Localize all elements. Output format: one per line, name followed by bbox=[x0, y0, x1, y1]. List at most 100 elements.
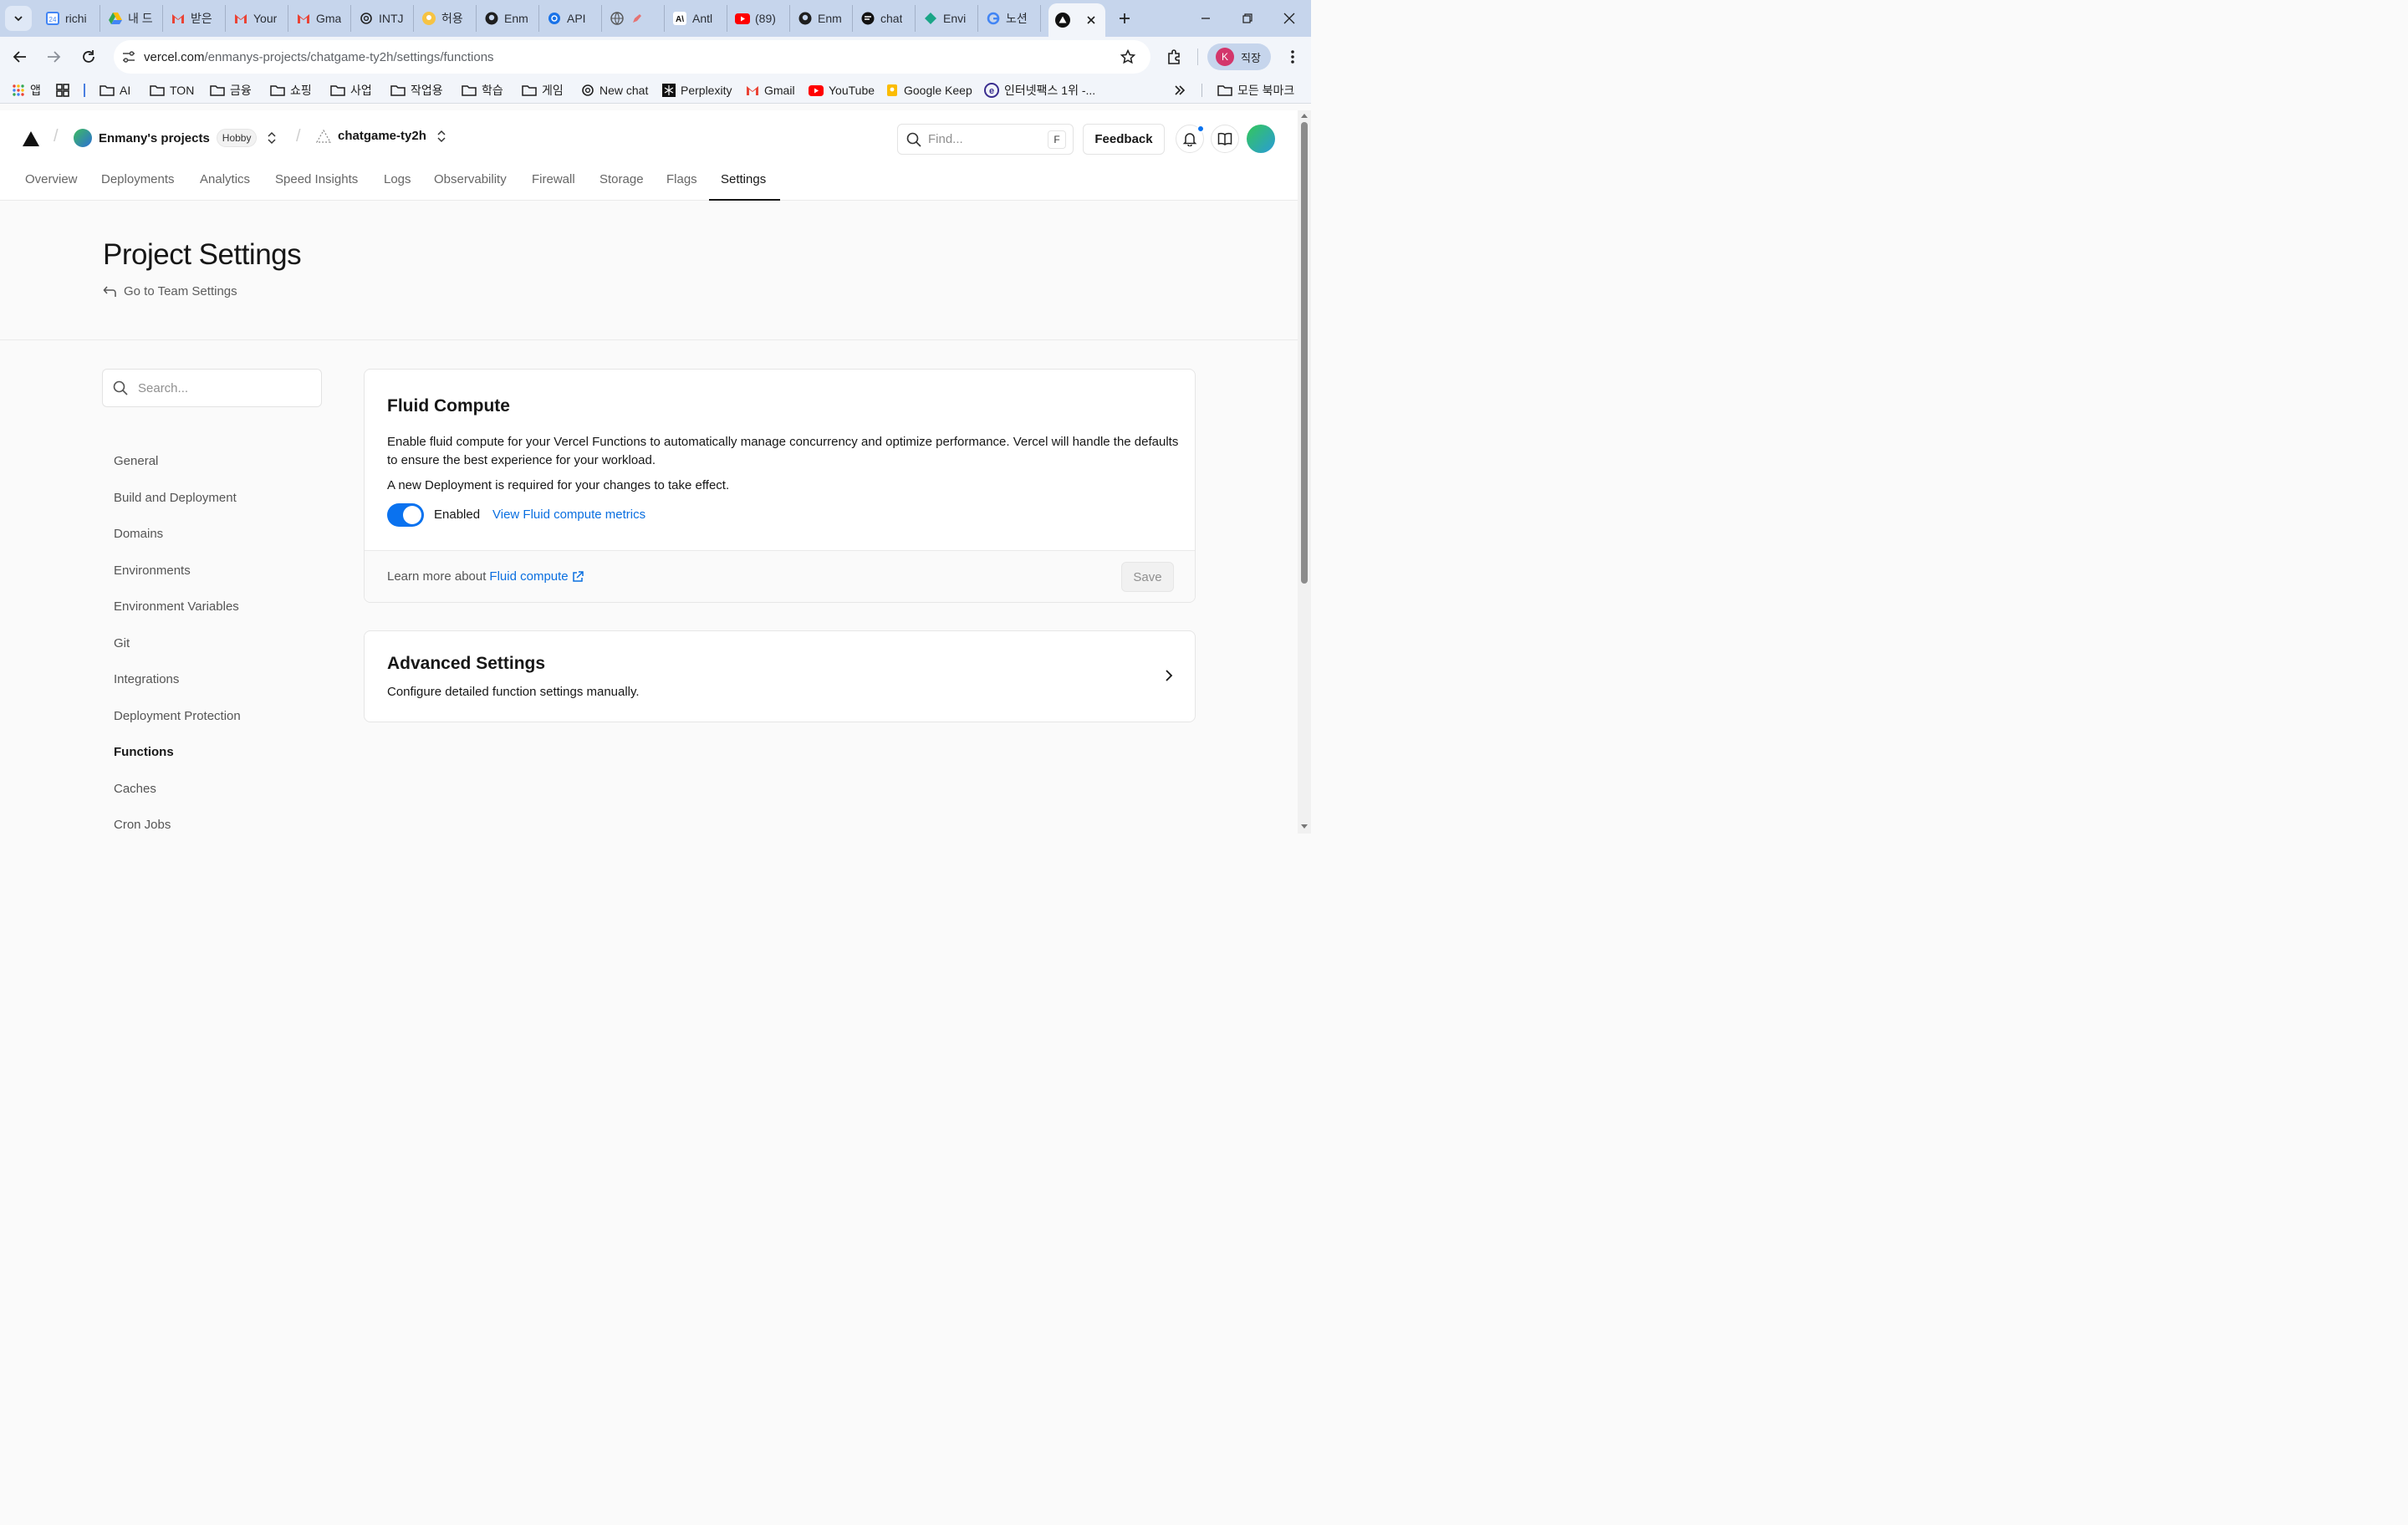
scroll-up-arrow-icon[interactable] bbox=[1301, 113, 1308, 118]
settings-search-input[interactable]: Search... bbox=[102, 369, 322, 407]
sidebar-item-build-and-deployment[interactable]: Build and Deployment bbox=[114, 491, 237, 505]
advanced-settings-card[interactable]: Advanced Settings Configure detailed fun… bbox=[364, 630, 1196, 722]
bookmark-folder[interactable]: 금융 bbox=[210, 80, 252, 100]
arrow-return-left-icon bbox=[103, 286, 116, 298]
browser-tab[interactable]: API bbox=[540, 5, 602, 32]
bookmark-apps[interactable]: 앱 bbox=[12, 80, 41, 100]
bookmarks-overflow-button[interactable] bbox=[1174, 80, 1186, 100]
fluid-compute-docs-link[interactable]: Fluid compute bbox=[489, 569, 568, 584]
nav-tab-observability[interactable]: Observability bbox=[434, 172, 507, 201]
browser-tab[interactable]: 노션 bbox=[979, 5, 1041, 32]
user-avatar[interactable] bbox=[1247, 125, 1275, 153]
browser-tab[interactable] bbox=[603, 5, 665, 32]
sidebar-item-environment-variables[interactable]: Environment Variables bbox=[114, 599, 239, 614]
restore-button[interactable] bbox=[1231, 7, 1264, 30]
browser-tab[interactable]: INTJ bbox=[352, 5, 414, 32]
vercel-logo-icon[interactable] bbox=[22, 130, 40, 147]
reload-button[interactable] bbox=[75, 43, 102, 70]
extensions-button[interactable] bbox=[1161, 43, 1187, 70]
nav-tab-storage[interactable]: Storage bbox=[599, 172, 644, 201]
browser-tab[interactable]: Your bbox=[227, 5, 288, 32]
go-to-team-settings-link[interactable]: Go to Team Settings bbox=[103, 284, 237, 298]
tab-search-button[interactable] bbox=[5, 6, 32, 31]
sidebar-item-environments[interactable]: Environments bbox=[114, 564, 191, 578]
chevron-right-icon[interactable] bbox=[1165, 669, 1173, 682]
minimize-icon bbox=[1201, 18, 1210, 19]
back-button[interactable] bbox=[7, 43, 33, 70]
bookmark-folder[interactable]: 학습 bbox=[462, 80, 503, 100]
nav-tab-deployments[interactable]: Deployments bbox=[101, 172, 175, 201]
window-close-button[interactable] bbox=[1273, 7, 1306, 30]
view-metrics-link[interactable]: View Fluid compute metrics bbox=[492, 507, 645, 522]
docs-button[interactable] bbox=[1211, 125, 1239, 153]
browser-tab[interactable]: Enm bbox=[791, 5, 853, 32]
find-input[interactable]: Find... F bbox=[897, 124, 1074, 155]
browser-tab[interactable]: 허용 bbox=[415, 5, 477, 32]
team-switcher[interactable]: Enmany's projects Hobby bbox=[74, 129, 277, 147]
save-button[interactable]: Save bbox=[1121, 562, 1174, 592]
close-icon[interactable] bbox=[1084, 13, 1099, 28]
bookmark-folder[interactable]: 작업용 bbox=[390, 80, 443, 100]
forward-button[interactable] bbox=[40, 43, 67, 70]
sidebar-item-integrations[interactable]: Integrations bbox=[114, 672, 179, 686]
tab-groups-icon bbox=[56, 84, 69, 97]
bookmark-link[interactable]: Perplexity bbox=[662, 80, 732, 100]
browser-tab[interactable]: 내 드 bbox=[101, 5, 163, 32]
browser-tab[interactable]: 받은 bbox=[164, 5, 226, 32]
bookmark-link[interactable]: New chat bbox=[581, 80, 648, 100]
nav-tab-analytics[interactable]: Analytics bbox=[200, 172, 250, 201]
fluid-compute-toggle[interactable] bbox=[387, 503, 424, 527]
plus-icon bbox=[1120, 13, 1130, 23]
profile-button[interactable]: K 직장 bbox=[1207, 43, 1271, 70]
bookmark-folder[interactable]: AI bbox=[99, 80, 130, 100]
sidebar-item-deployment-protection[interactable]: Deployment Protection bbox=[114, 709, 241, 723]
sidebar-item-cron-jobs[interactable]: Cron Jobs bbox=[114, 818, 171, 832]
minimize-button[interactable] bbox=[1189, 7, 1222, 30]
bookmark-link[interactable]: Gmail bbox=[746, 80, 795, 100]
sidebar-item-functions[interactable]: Functions bbox=[114, 745, 174, 759]
star-icon[interactable] bbox=[1120, 49, 1135, 64]
bookmark-folder[interactable]: 쇼핑 bbox=[270, 80, 312, 100]
bookmark-link[interactable]: Google Keep bbox=[885, 80, 972, 100]
browser-tab[interactable]: 24 richi bbox=[38, 5, 100, 32]
address-bar[interactable]: vercel.com/enmanys-projects/chatgame-ty2… bbox=[114, 40, 1150, 74]
bookmark-folder[interactable]: TON bbox=[150, 80, 194, 100]
url-host: vercel.com bbox=[144, 49, 205, 64]
browser-tab[interactable]: (89) bbox=[728, 5, 790, 32]
sidebar-item-caches[interactable]: Caches bbox=[114, 782, 156, 796]
bookmark-folder[interactable]: 사업 bbox=[330, 80, 372, 100]
browser-menu-button[interactable] bbox=[1279, 43, 1306, 70]
nav-tab-speed-insights[interactable]: Speed Insights bbox=[275, 172, 358, 201]
nav-tab-logs[interactable]: Logs bbox=[384, 172, 411, 201]
browser-tab[interactable]: chat bbox=[854, 5, 916, 32]
browser-tab[interactable]: Gma bbox=[289, 5, 351, 32]
bookmark-tab-groups[interactable] bbox=[56, 80, 69, 100]
browser-tab-active[interactable] bbox=[1048, 3, 1105, 37]
site-settings-icon[interactable] bbox=[114, 50, 144, 64]
all-bookmarks-folder[interactable]: 모든 북마크 bbox=[1217, 80, 1294, 100]
nav-tab-settings[interactable]: Settings bbox=[721, 172, 766, 201]
deployment-required-note: A new Deployment is required for your ch… bbox=[387, 478, 730, 492]
new-tab-button[interactable] bbox=[1108, 7, 1141, 30]
nav-tab-firewall[interactable]: Firewall bbox=[532, 172, 575, 201]
restore-icon bbox=[1242, 13, 1252, 23]
scrollbar-thumb[interactable] bbox=[1301, 122, 1308, 584]
browser-tab[interactable]: Enm bbox=[477, 5, 539, 32]
sidebar-item-domains[interactable]: Domains bbox=[114, 527, 163, 541]
scroll-down-arrow-icon[interactable] bbox=[1301, 824, 1308, 829]
project-switcher[interactable]: chatgame-ty2h bbox=[316, 129, 446, 143]
browser-tab[interactable]: Envi bbox=[916, 5, 978, 32]
nav-tab-overview[interactable]: Overview bbox=[25, 172, 78, 201]
page-scrollbar[interactable] bbox=[1298, 110, 1311, 834]
search-placeholder: Search... bbox=[138, 380, 189, 395]
bookmark-link[interactable]: e 인터넷팩스 1위 -... bbox=[984, 80, 1095, 100]
browser-tab[interactable]: A\ Antl bbox=[666, 5, 727, 32]
sidebar-item-git[interactable]: Git bbox=[114, 636, 130, 650]
bookmark-folder[interactable]: 게임 bbox=[522, 80, 564, 100]
nav-tab-flags[interactable]: Flags bbox=[666, 172, 697, 201]
feedback-button[interactable]: Feedback bbox=[1083, 124, 1165, 155]
notifications-button[interactable] bbox=[1176, 125, 1205, 153]
sidebar-item-general[interactable]: General bbox=[114, 454, 158, 468]
folder-icon bbox=[150, 84, 165, 96]
bookmark-link[interactable]: YouTube bbox=[809, 80, 875, 100]
